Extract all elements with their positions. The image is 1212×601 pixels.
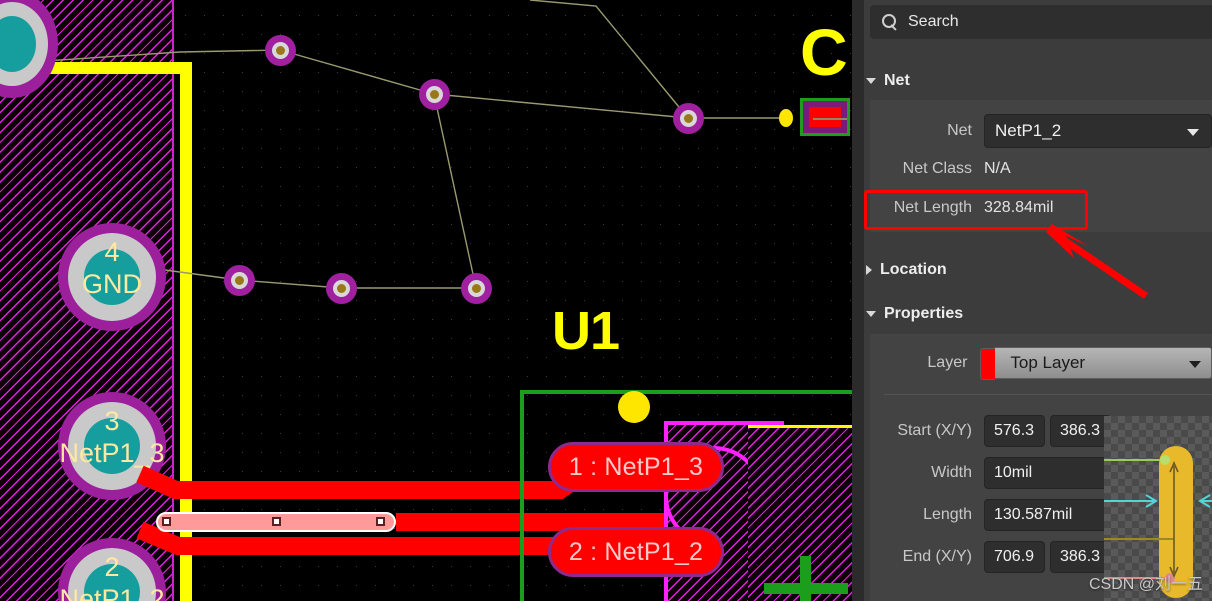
crosshair-horizontal [764,583,848,594]
annotation-arrow [1046,224,1148,299]
label-length: Length [923,506,972,523]
start-y-input[interactable]: 386.3 [1050,415,1111,447]
start-x-input[interactable]: 576.3 [984,415,1045,447]
label-layer: Layer [927,354,968,371]
label-net-length: Net Length [893,199,972,216]
net-dropdown-value: NetP1_2 [995,121,1062,140]
label-net-class: Net Class [902,160,972,177]
chevron-right-icon [866,265,872,275]
section-title-location: Location [880,261,947,278]
chevron-down-icon [1189,361,1201,368]
track-handle-end[interactable] [376,517,385,526]
component-outline-top [520,390,852,394]
designator-u1: U1 [552,301,620,361]
chevron-down-icon [1187,129,1199,136]
chevron-down-icon [866,311,876,317]
width-input[interactable]: 10mil [984,457,1111,489]
search-input[interactable]: Search [908,13,959,31]
pin-marker-small [779,109,793,127]
track-handle-start[interactable] [162,517,171,526]
row-net-class: Net Class N/A [870,160,1212,178]
search-icon [882,14,898,30]
search-bar[interactable]: Search [870,5,1212,39]
section-body-net: Net NetP1_2 Net Class N/A Net Length 328… [870,100,1212,232]
designator-c: C [800,15,848,89]
row-net: Net NetP1_2 [870,114,1212,148]
net-dropdown[interactable]: NetP1_2 [984,114,1212,148]
track-handle-mid[interactable] [272,517,281,526]
end-y-input[interactable]: 386.3 [1050,541,1111,573]
pcb-canvas[interactable]: 4 GND 3 NetP1_3 2 NetP1_2 U1 C 1: NetP1… [0,0,852,601]
label-width: Width [931,464,972,481]
section-title-net: Net [884,72,910,89]
layer-dropdown[interactable]: Top Layer [980,347,1212,380]
section-header-properties[interactable]: Properties [866,305,963,323]
length-input[interactable]: 130.587mil [984,499,1111,531]
canvas-gutter [852,0,864,601]
component-outline-left [520,390,524,601]
section-title-properties: Properties [884,305,964,322]
app-root: 4 GND 3 NetP1_3 2 NetP1_2 U1 C 1: NetP1… [0,0,1212,601]
row-net-length: Net Length 328.84mil [870,199,1212,217]
selected-track[interactable] [156,512,396,532]
value-net-class: N/A [984,160,1011,177]
net-label-1[interactable]: 1 : NetP1_3 [548,442,724,492]
section-header-location[interactable]: Location [866,261,947,279]
section-divider [884,394,1212,395]
selected-smd-pad[interactable] [800,98,850,136]
row-layer: Layer Top Layer [870,347,1212,380]
label-start-xy: Start (X/Y) [897,422,972,439]
layer-dropdown-value: Top Layer [1010,353,1086,372]
crosshair-vertical [800,556,811,601]
end-x-input[interactable]: 706.9 [984,541,1045,573]
net-label-2[interactable]: 2 : NetP1_2 [548,527,724,577]
chevron-down-icon [866,78,876,84]
label-end-xy: End (X/Y) [902,548,972,565]
layer-color-swatch [980,348,996,380]
section-header-net[interactable]: Net [866,72,910,90]
watermark: CSDN @刘一五 [1089,576,1204,593]
pin1-marker [618,391,650,423]
pad-centerline [813,118,847,120]
pad-copper [809,107,841,127]
label-net: Net [947,122,972,139]
value-net-length: 328.84mil [984,199,1054,216]
